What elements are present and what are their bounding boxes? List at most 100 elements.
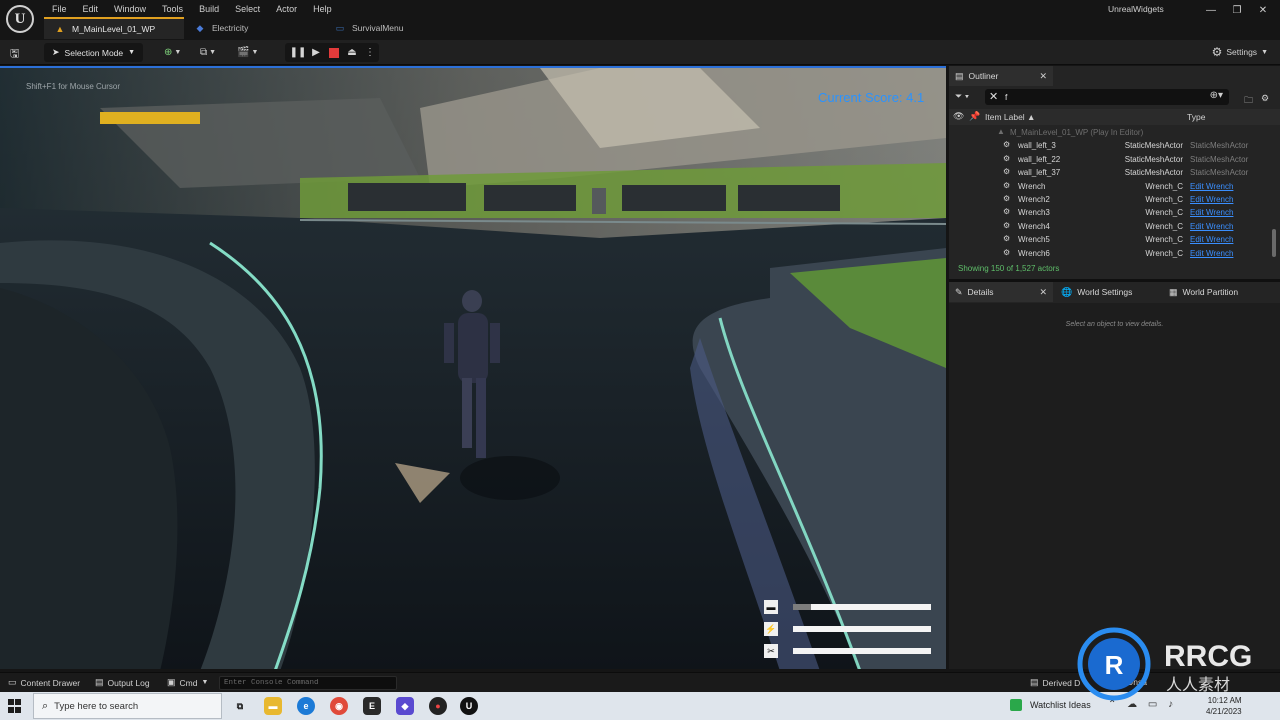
close-button[interactable]: ✕ xyxy=(1250,2,1276,20)
tab-world-partition[interactable]: ▦ World Partition xyxy=(1163,282,1273,302)
blueprint-button[interactable]: ⧉ ▼ xyxy=(200,45,216,60)
menu-window[interactable]: Window xyxy=(106,2,154,16)
hud-status-bars: ▬ ⚡ ✂ xyxy=(764,596,931,662)
stop-button[interactable] xyxy=(325,45,343,61)
selection-mode-dropdown[interactable]: ➤ Selection Mode ▼ xyxy=(44,43,144,62)
content-drawer-button[interactable]: ▭ Content Drawer xyxy=(8,677,80,688)
close-icon[interactable]: ✕ xyxy=(1039,71,1047,82)
edit-wrench-link[interactable]: Edit Wrench xyxy=(1190,222,1233,231)
watermark-text: RRCG xyxy=(1164,640,1252,673)
tree-root-row[interactable]: ▲ M_MainLevel_01_WP (Play In Editor) xyxy=(949,126,1269,139)
tab-survival-menu[interactable]: ▭ SurvivalMenu xyxy=(324,17,464,39)
tab-electricity[interactable]: ◆ Electricity xyxy=(184,17,324,39)
clear-search-icon[interactable]: ✕ xyxy=(989,90,998,103)
gear-icon[interactable]: ⚙ xyxy=(1261,93,1269,104)
play-options-button[interactable]: ⋮ xyxy=(361,45,379,61)
output-log-button[interactable]: ▤ Output Log xyxy=(95,677,150,688)
actor-icon: ⚙ xyxy=(1003,220,1011,230)
file-explorer-icon[interactable]: ▬ xyxy=(264,697,282,715)
table-row[interactable]: ⚙ Wrench5 Wrench_C Edit Wrench xyxy=(949,233,1269,246)
hud-tools-row: ✂ xyxy=(764,640,931,662)
cinematics-button[interactable]: 🎬 ▼ xyxy=(237,45,258,60)
edit-wrench-link[interactable]: Edit Wrench xyxy=(1190,182,1233,191)
add-actor-button[interactable]: ⊕ ▼ xyxy=(164,45,181,60)
step-button[interactable]: ▶ xyxy=(307,45,325,61)
tab-outliner[interactable]: ▤ Outliner ✕ xyxy=(949,66,1053,86)
menu-edit[interactable]: Edit xyxy=(75,2,107,16)
table-row[interactable]: ⚙ Wrench6 Wrench_C Edit Wrench xyxy=(949,247,1269,258)
pencil-icon: ✎ xyxy=(955,286,963,297)
menu-select[interactable]: Select xyxy=(227,2,268,16)
actor-icon: ⚙ xyxy=(1003,167,1011,177)
edit-wrench-link[interactable]: Edit Wrench xyxy=(1190,249,1233,258)
outliner-scrollbar[interactable] xyxy=(1272,229,1276,257)
type-column[interactable]: Type xyxy=(1187,112,1205,122)
maximize-button[interactable]: ❐ xyxy=(1224,2,1250,20)
window-title: UnrealWidgets xyxy=(1108,4,1164,14)
menu-actor[interactable]: Actor xyxy=(268,2,305,16)
windows-start-icon[interactable] xyxy=(8,699,22,713)
task-view-icon[interactable]: ⧉ xyxy=(231,697,249,715)
pin-icon[interactable]: 📌 xyxy=(969,111,980,122)
table-row[interactable]: ⚙ wall_left_3 StaticMeshActor StaticMesh… xyxy=(949,139,1269,152)
tab-details[interactable]: ✎ Details ✕ xyxy=(949,282,1053,302)
chrome-browser-icon[interactable]: ◉ xyxy=(330,697,348,715)
table-row[interactable]: ⚙ wall_left_37 StaticMeshActor StaticMes… xyxy=(949,166,1269,179)
menu-build[interactable]: Build xyxy=(191,2,227,16)
chevron-down-icon: ▼ xyxy=(1261,48,1268,56)
row-class: Wrench_C xyxy=(1145,208,1183,218)
menu-file[interactable]: File xyxy=(44,2,75,16)
taskbar-search-input[interactable] xyxy=(54,700,185,712)
outliner-icon: ▤ xyxy=(955,70,964,81)
add-folder-icon[interactable]: 🗀 xyxy=(1244,93,1253,109)
right-panel: ▤ Outliner ✕ ⏷ ▾ ✕ ⊕▾ 🗀 ⚙ 👁 📌 Item Label… xyxy=(949,66,1280,669)
table-row[interactable]: ⚙ wall_left_22 StaticMeshActor StaticMes… xyxy=(949,153,1269,166)
outliner-search-input[interactable] xyxy=(1005,91,1175,103)
recorder-icon[interactable]: ● xyxy=(429,697,447,715)
hud-battery-row: ▬ xyxy=(764,596,931,618)
settings-button[interactable]: ⚙ Settings ▼ xyxy=(1212,45,1268,59)
edge-browser-icon[interactable]: e xyxy=(297,697,315,715)
console-command-input[interactable] xyxy=(219,676,397,690)
edit-wrench-link[interactable]: Edit Wrench xyxy=(1190,195,1233,204)
taskbar-search[interactable]: ⌕ xyxy=(33,693,222,719)
unreal-logo-icon[interactable]: U xyxy=(6,5,34,33)
battery-bar-fill xyxy=(793,604,811,610)
search-options-icon[interactable]: ⊕▾ xyxy=(1210,90,1223,101)
filter-icon[interactable]: ⏷ ▾ xyxy=(955,91,969,102)
derived-data-button[interactable]: ▤ Derived D xyxy=(1030,677,1080,688)
tab-world-settings[interactable]: 🌐 World Settings xyxy=(1055,282,1161,302)
database-icon: ▤ xyxy=(1030,677,1039,687)
lightning-icon: ⚡ xyxy=(764,622,778,636)
table-row[interactable]: ⚙ Wrench Wrench_C Edit Wrench xyxy=(949,180,1269,193)
actor-icon: ⚙ xyxy=(1003,180,1011,190)
table-row[interactable]: ⚙ Wrench2 Wrench_C Edit Wrench xyxy=(949,193,1269,206)
row-name: wall_left_3 xyxy=(1018,141,1056,151)
unreal-engine-icon[interactable]: U xyxy=(460,697,478,715)
row-type: StaticMeshActor xyxy=(1190,168,1249,178)
outliner-search: ✕ ⊕▾ xyxy=(985,89,1229,105)
minimize-button[interactable]: — xyxy=(1198,2,1224,20)
actor-icon: ⚙ xyxy=(1003,234,1011,244)
outliner-filter-bar: ⏷ ▾ ✕ ⊕▾ 🗀 ⚙ xyxy=(949,88,1280,106)
cmd-dropdown[interactable]: ▣ Cmd ▼ xyxy=(167,677,208,688)
chevron-down-icon: ▼ xyxy=(201,679,209,686)
clapperboard-icon: 🎬 xyxy=(237,47,250,58)
eye-icon[interactable]: 👁 xyxy=(953,111,964,122)
table-row[interactable]: ⚙ Wrench3 Wrench_C Edit Wrench xyxy=(949,206,1269,219)
eject-icon: ⏏ xyxy=(347,47,357,58)
menu-help[interactable]: Help xyxy=(305,2,340,16)
edit-wrench-link[interactable]: Edit Wrench xyxy=(1190,208,1233,217)
save-icon[interactable]: 🖫 xyxy=(10,45,24,60)
table-row[interactable]: ⚙ Wrench4 Wrench_C Edit Wrench xyxy=(949,220,1269,233)
item-label-column[interactable]: Item Label ▲ xyxy=(985,112,1035,122)
visual-studio-icon[interactable]: ◆ xyxy=(396,697,414,715)
menu-tools[interactable]: Tools xyxy=(154,2,191,16)
game-viewport[interactable]: Shift+F1 for Mouse Cursor Current Score:… xyxy=(0,66,946,669)
pause-button[interactable]: ❚❚ xyxy=(289,45,307,61)
edit-wrench-link[interactable]: Edit Wrench xyxy=(1190,235,1233,244)
epic-games-icon[interactable]: E xyxy=(363,697,381,715)
tab-main-level[interactable]: ▲ M_MainLevel_01_WP xyxy=(44,17,184,39)
close-icon[interactable]: ✕ xyxy=(1039,287,1047,298)
eject-button[interactable]: ⏏ xyxy=(343,45,361,61)
